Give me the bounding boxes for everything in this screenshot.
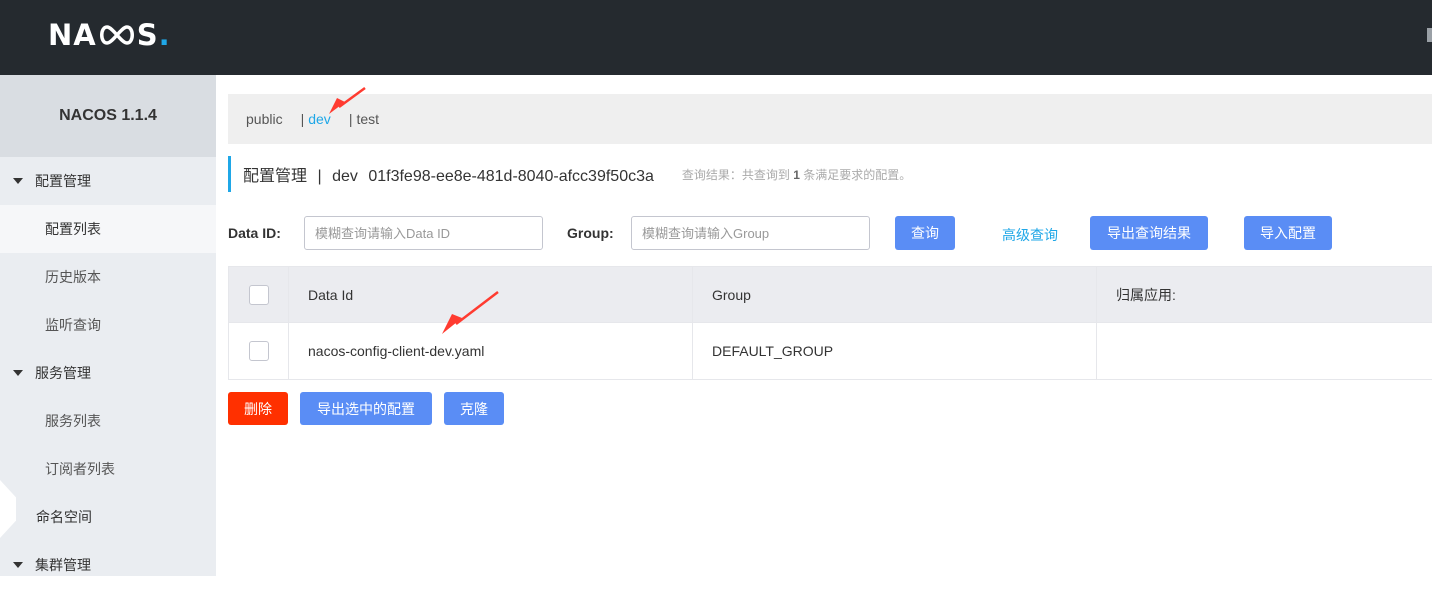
column-header-group[interactable]: Group (693, 267, 1097, 322)
version-label: NACOS 1.1.4 (0, 75, 216, 157)
nacos-logo[interactable]: NA S. (48, 18, 171, 52)
header-select-cell (229, 267, 289, 322)
import-config-button[interactable]: 导入配置 (1244, 216, 1332, 250)
tip-prefix: 查询结果：共查询到 (681, 167, 790, 182)
row-select-cell (229, 323, 289, 379)
namespace-dev[interactable]: dev (308, 111, 331, 127)
sidebar-item-service-list[interactable]: 服务列表 (0, 397, 216, 445)
data-id-input[interactable] (304, 216, 543, 250)
logo-text-prefix: NA (48, 18, 97, 52)
caret-down-icon (13, 370, 23, 376)
logo-dot: . (158, 18, 171, 52)
top-right-menu-icon[interactable] (1427, 28, 1432, 42)
title-separator: | (317, 168, 322, 185)
cell-group: DEFAULT_GROUP (693, 323, 1097, 379)
top-navbar: NA S. (0, 0, 1432, 75)
sidebar-item-subscribers[interactable]: 订阅者列表 (0, 445, 216, 493)
cell-app (1097, 323, 1432, 379)
column-header-app[interactable]: 归属应用: (1097, 267, 1432, 322)
infinity-icon (99, 25, 134, 45)
main-content: public | dev | test 配置管理 | dev 01f3fe98-… (216, 75, 1432, 576)
delete-button[interactable]: 删除 (228, 392, 288, 425)
namespace-test[interactable]: test (356, 111, 379, 127)
config-table: Data Id Group 归属应用: nacos-config-client-… (228, 266, 1432, 380)
select-all-checkbox[interactable] (248, 284, 269, 305)
clone-button[interactable]: 克隆 (444, 392, 504, 425)
tip-count: 1 (793, 167, 800, 182)
title-section: 配置管理 (243, 168, 308, 185)
table-header-row: Data Id Group 归属应用: (229, 267, 1432, 323)
sidebar-item-namespace[interactable]: 命名空间 (0, 493, 216, 541)
caret-down-icon (13, 562, 23, 568)
filter-bar: Data ID: Group: 查询 高级查询 导出查询结果 导入配置 (228, 216, 1432, 250)
cell-data-id: nacos-config-client-dev.yaml (289, 323, 693, 379)
menu-group-config-management[interactable]: 配置管理 (0, 157, 216, 205)
menu-group-service-management[interactable]: 服务管理 (0, 349, 216, 397)
export-selected-button[interactable]: 导出选中的配置 (300, 392, 432, 425)
menu-group-label: 集群管理 (35, 557, 91, 573)
sidebar-item-listener-query[interactable]: 监听查询 (0, 301, 216, 349)
query-button[interactable]: 查询 (895, 216, 955, 250)
sidebar-item-history[interactable]: 历史版本 (0, 253, 216, 301)
logo-text-suffix: S (136, 18, 159, 52)
export-results-button[interactable]: 导出查询结果 (1090, 216, 1208, 250)
namespace-separator: | (300, 111, 305, 127)
row-checkbox[interactable] (248, 341, 269, 361)
sidebar: NACOS 1.1.4 配置管理 配置列表 历史版本 监听查询 服务管理 服务列… (0, 75, 216, 576)
advanced-query-link[interactable]: 高级查询 (1002, 225, 1058, 245)
menu-group-cluster-management[interactable]: 集群管理 (0, 541, 216, 589)
data-id-label: Data ID: (228, 225, 281, 241)
title-namespace-id: 01f3fe98-ee8e-481d-8040-afcc39f50c3a (368, 168, 654, 185)
tip-suffix: 条满足要求的配置。 (803, 167, 912, 182)
query-result-tip: 查询结果：共查询到 1 条满足要求的配置。 (682, 166, 911, 183)
namespace-separator: | (348, 111, 353, 127)
table-row: nacos-config-client-dev.yaml DEFAULT_GRO… (229, 323, 1432, 379)
menu-group-label: 服务管理 (35, 365, 91, 381)
group-label: Group: (567, 225, 614, 241)
namespace-bar: public | dev | test (228, 94, 1432, 144)
page-title: 配置管理 | dev 01f3fe98-ee8e-481d-8040-afcc3… (228, 156, 911, 192)
caret-down-icon (13, 178, 23, 184)
column-header-data-id[interactable]: Data Id (289, 267, 693, 322)
title-namespace: dev (332, 168, 358, 185)
sidebar-item-config-list[interactable]: 配置列表 (0, 205, 216, 253)
namespace-public[interactable]: public (246, 111, 283, 127)
menu-group-label: 配置管理 (35, 173, 91, 189)
group-input[interactable] (631, 216, 870, 250)
